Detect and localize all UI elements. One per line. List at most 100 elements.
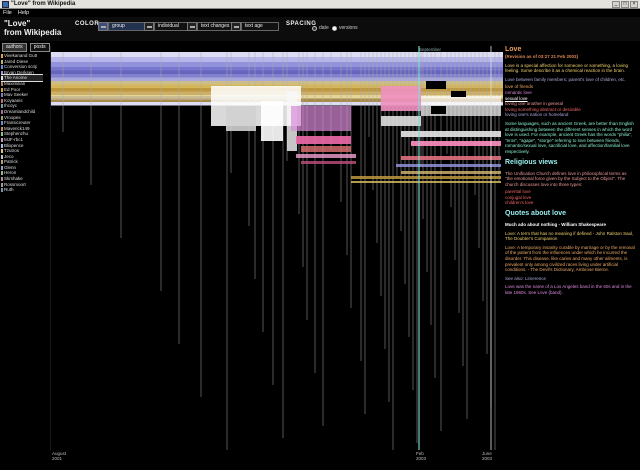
color-option-text-changes[interactable]: text changes <box>187 21 235 31</box>
history-band <box>296 136 351 144</box>
text-changes-swatch-icon <box>187 21 197 31</box>
history-band <box>451 91 466 97</box>
history-band <box>226 106 256 131</box>
author-color-marker <box>1 54 3 58</box>
love-types-list: love of friends romantic love sexual lov… <box>505 84 635 118</box>
article-text-panel[interactable]: Love (Revision as of 03:27 21 Feb 2003) … <box>505 45 635 465</box>
history-band <box>401 156 501 160</box>
article-paragraph: The Unification Church defines love in p… <box>505 170 627 187</box>
author-color-marker <box>1 171 3 176</box>
text-age-swatch-icon <box>231 21 241 31</box>
menu-help[interactable]: Help <box>18 9 29 17</box>
radio-dot-icon <box>312 25 317 31</box>
menu-bar: File Help <box>0 9 640 17</box>
color-option-text-age[interactable]: text age <box>231 21 279 31</box>
history-band <box>426 81 446 89</box>
sidebar-tabs: authors posts <box>2 43 50 52</box>
article-paragraph: Some languages, such as ancient Greek, a… <box>505 120 634 154</box>
history-flow-svg <box>51 46 503 450</box>
article-heading: Love <box>505 46 522 53</box>
author-color-marker <box>1 98 3 103</box>
tab-posts[interactable]: posts <box>29 43 50 52</box>
individual-swatch-icon <box>144 21 154 31</box>
timeline-label-start: August 2001 <box>52 451 67 461</box>
revision-date: (Revision as of 03:27 21 Feb 2003) <box>505 54 579 59</box>
history-band <box>296 154 356 158</box>
author-color-marker <box>1 160 3 165</box>
revision-label: September <box>419 47 442 52</box>
history-band <box>396 164 501 167</box>
history-band <box>381 86 421 111</box>
author-count <box>37 187 43 193</box>
color-label: COLOR <box>75 21 100 27</box>
radio-dot-icon <box>332 25 337 31</box>
spacing-date-label: date <box>319 25 329 31</box>
author-color-marker <box>1 59 3 64</box>
history-band <box>431 106 446 114</box>
author-color-marker <box>1 70 3 75</box>
color-option-label: text age <box>241 21 279 31</box>
author-row[interactable]: Ruth <box>1 187 43 193</box>
author-list: Vivekanand Gutta Jared Diese Conversion sc… <box>1 53 43 223</box>
color-option-label: group <box>108 21 146 31</box>
history-band <box>401 171 501 174</box>
author-color-marker <box>1 132 3 137</box>
article-paragraph: Love was the name of a Los Angeles band … <box>505 284 632 295</box>
author-color-marker <box>1 126 3 131</box>
history-band <box>411 141 501 146</box>
author-color-marker <box>1 165 3 170</box>
history-band <box>401 131 501 137</box>
quote: Love: A temporary insanity curable by ma… <box>505 244 635 273</box>
app-icon <box>2 1 9 8</box>
author-color-marker <box>1 76 3 81</box>
list-item: children's love <box>505 200 534 206</box>
spacing-date-radio[interactable]: date <box>312 25 329 31</box>
quote: Much ado about nothing - William Shakesp… <box>505 222 606 228</box>
history-band <box>301 161 356 164</box>
author-color-marker <box>1 182 3 187</box>
list-item: loving one's nation or homeland <box>505 112 569 118</box>
religious-types-list: parental love conjugal love children's l… <box>505 189 635 206</box>
section-heading: Religious views <box>505 158 558 166</box>
close-icon[interactable]: × <box>630 1 638 8</box>
author-name: Ruth <box>4 187 14 193</box>
maximize-icon[interactable]: □ <box>621 1 629 8</box>
author-color-marker <box>1 149 3 154</box>
author-color-marker <box>1 137 3 142</box>
section-heading: Quotes about love <box>505 210 567 218</box>
minimize-icon[interactable]: _ <box>612 1 620 8</box>
author-color-marker <box>1 104 3 109</box>
author-color-marker <box>1 87 3 92</box>
spacing-versions-label: versions <box>339 25 358 31</box>
history-flow-visualization[interactable]: September <box>50 46 503 450</box>
article-paragraph: Love between family members; parent's lo… <box>505 76 626 82</box>
timeline: August 2001 Feb 2003 June 2003 <box>50 449 502 469</box>
menu-file[interactable]: File <box>3 9 12 17</box>
author-color-marker <box>1 93 3 98</box>
color-option-individual[interactable]: individual <box>144 21 192 31</box>
history-band <box>351 176 501 179</box>
author-color-marker <box>1 177 3 182</box>
article-paragraph: Love is a special affection for someone … <box>505 62 628 74</box>
author-color-marker <box>1 121 3 126</box>
group-swatch-icon <box>98 21 108 31</box>
color-option-group[interactable]: group <box>98 21 146 31</box>
history-band <box>301 146 351 152</box>
history-band <box>381 116 421 126</box>
author-color-marker <box>1 65 3 70</box>
history-band <box>351 181 501 183</box>
history-band <box>291 106 351 131</box>
author-color-marker <box>1 81 3 86</box>
quote: Love: A term that has no meaning if defi… <box>505 230 634 242</box>
author-color-marker <box>1 143 3 148</box>
author-color-marker <box>1 154 3 159</box>
window-title: "Love" from Wikipedia <box>11 1 76 7</box>
timeline-label-end: June 2003 <box>482 451 493 461</box>
color-option-label: text changes <box>197 21 235 31</box>
page-subtitle: from Wikipedia <box>4 28 62 37</box>
spacing-versions-radio[interactable]: versions <box>332 25 358 31</box>
tab-authors[interactable]: authors <box>2 43 27 52</box>
see-also-link[interactable]: See also: Limerence <box>505 276 635 282</box>
window-controls: _ □ × <box>612 1 638 8</box>
author-color-marker <box>1 188 3 193</box>
